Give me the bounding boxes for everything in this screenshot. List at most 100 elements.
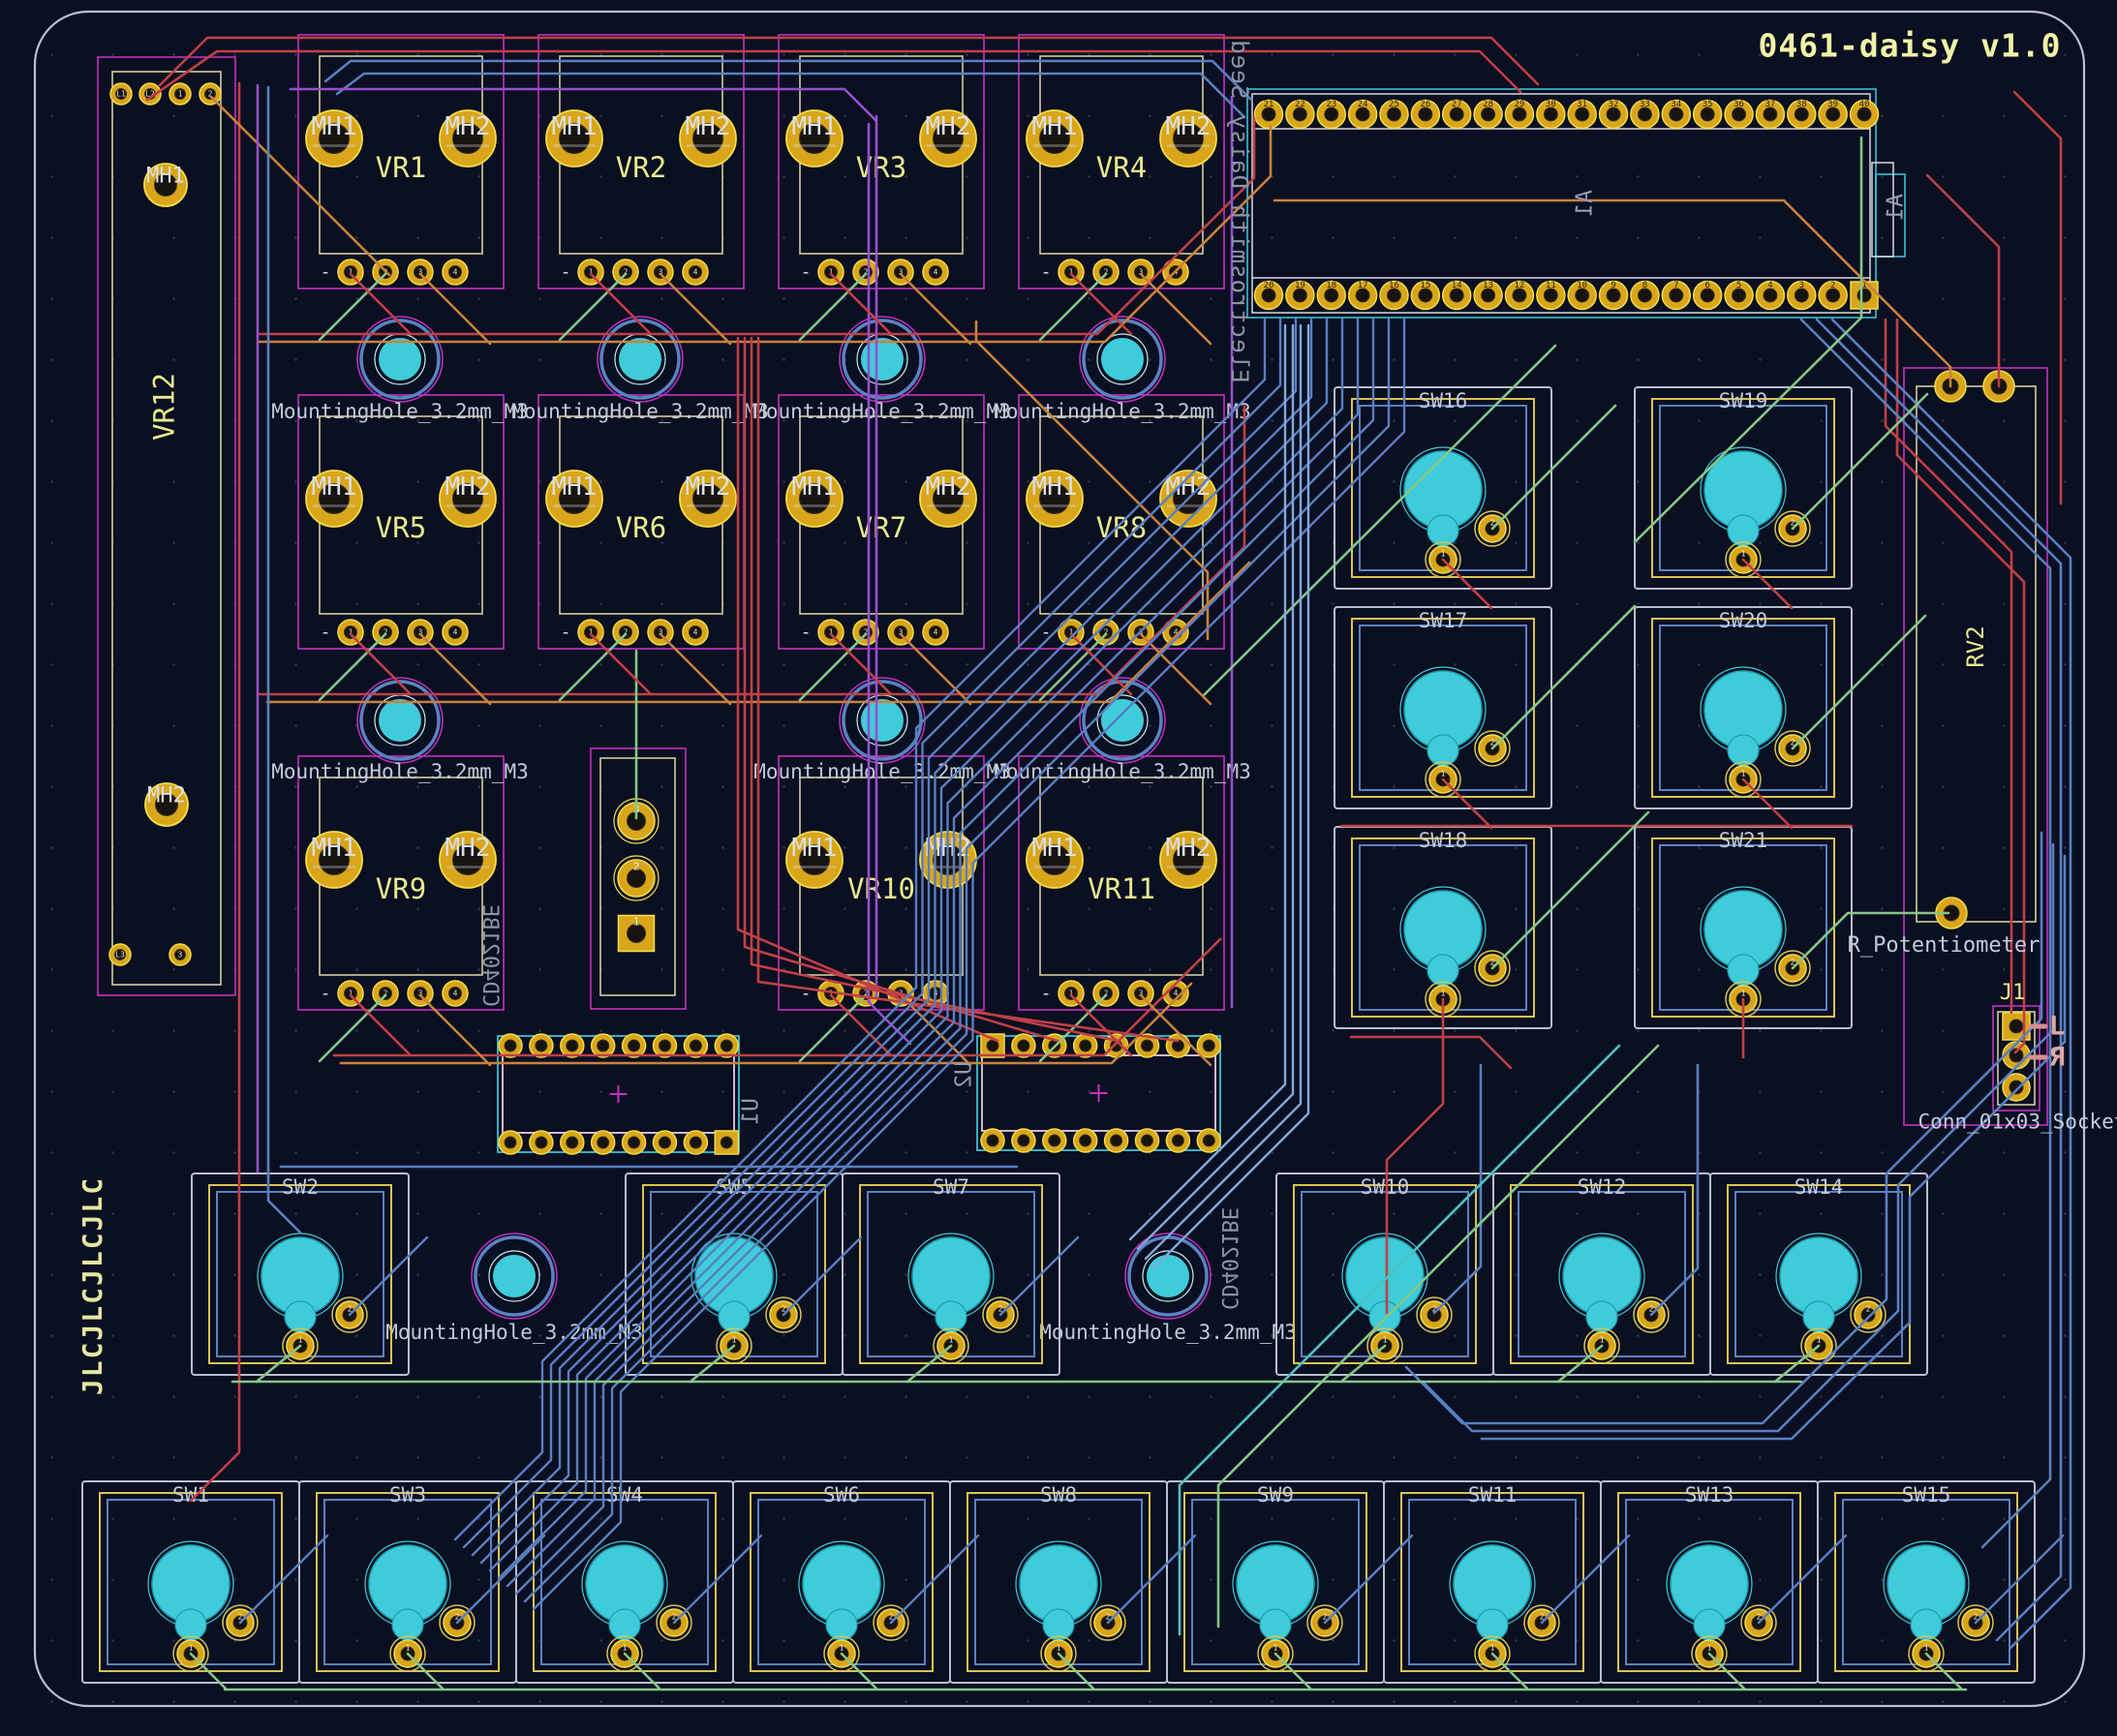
vr-footprint-VR5[interactable]: MH1MH2VR5-1234 [298, 395, 504, 649]
mounting-hole-label: MountingHole_3.2mm_M3 [511, 400, 769, 423]
mounting-hole[interactable]: MountingHole_3.2mm_M3 [271, 317, 529, 423]
pad-number: 1 [1490, 1644, 1495, 1653]
vr-footprint-VR9[interactable]: MH1MH2VR9-1234 [298, 756, 504, 1010]
switch-designator: SW3 [389, 1483, 426, 1507]
vr-footprint-VR11[interactable]: MH1MH2VR11-1234 [1019, 756, 1224, 1010]
pad-drill-hole [1701, 289, 1714, 302]
switch-designator: SW15 [1902, 1483, 1951, 1507]
pad-drill-hole [2010, 1020, 2023, 1033]
pad-number: 1 [178, 90, 183, 99]
pad-drill-hole [2010, 1081, 2023, 1094]
mh-pad-label: MH2 [686, 472, 731, 502]
switch-pin-hole [1694, 1609, 1725, 1640]
cd4021be-value-u2: CD4021BE [1217, 1207, 1239, 1310]
pad-drill-hole [1857, 107, 1871, 121]
mounting-hole-label: MountingHole_3.2mm_M3 [271, 760, 529, 783]
pad-drill-hole [1142, 1135, 1153, 1146]
pin-number: 37 [1764, 100, 1775, 109]
pad-drill-hole [1142, 1040, 1153, 1051]
pad-drill-hole [1203, 1040, 1214, 1051]
pin-number: 33 [1640, 100, 1650, 109]
switch-pin-hole [1728, 735, 1759, 766]
trim-connector-3pin[interactable]: 321 [591, 748, 686, 1009]
pin-number: 32 [1609, 100, 1619, 109]
vr-designator: VR10 [847, 872, 915, 905]
pad-number: 4 [453, 268, 458, 277]
mh-fine-print [313, 504, 355, 507]
switch-pin-hole [1043, 1609, 1074, 1640]
pad-drill-hole [1764, 289, 1777, 302]
pin-number: 27 [1452, 100, 1462, 109]
pad-number: 1 [1383, 1336, 1388, 1345]
pin-number: 28 [1483, 100, 1493, 109]
mh-pad-label: MH2 [445, 834, 491, 863]
pin-number: 30 [1546, 100, 1556, 109]
switch-pin-hole [1586, 1301, 1617, 1332]
j1-designator: J1 [2000, 983, 2026, 1004]
copper-trace [674, 1536, 761, 1623]
switch-pin-hole [285, 1301, 316, 1332]
pad-drill-hole [629, 1137, 640, 1148]
vr-footprint-VR12[interactable]: L1L212MH1MH2L33 [98, 57, 235, 995]
vr-footprint-VR7[interactable]: MH1MH2VR7-1234 [779, 395, 984, 649]
pad-drill-hole [1325, 107, 1338, 121]
pad-drill-hole [1638, 107, 1651, 121]
mh-pad-label: MH2 [686, 112, 731, 141]
j1-pin-label-left: L [2049, 1014, 2065, 1040]
polarity-dash: - [801, 623, 812, 643]
pin-number: 20 [1264, 281, 1274, 290]
copper-trace [1743, 560, 1792, 608]
mh-pad-label: MH1 [552, 472, 598, 502]
pad-drill-hole [1387, 289, 1400, 302]
pad-number: 1 [623, 1644, 628, 1653]
mh-pad-label: MH1 [312, 472, 357, 502]
pad-drill-hole [1356, 289, 1369, 302]
pad-drill-hole [660, 1040, 671, 1051]
pad-drill-hole [567, 1137, 578, 1148]
mounting-hole[interactable]: MountingHole_3.2mm_M3 [511, 317, 769, 423]
copper-trace [211, 97, 389, 275]
switch-designator: SW21 [1719, 829, 1768, 852]
mh-pad-label: MH2 [1166, 834, 1212, 863]
switch-designator: SW2 [282, 1175, 319, 1199]
hole-drill [861, 699, 904, 742]
vr-designator: VR3 [856, 151, 906, 184]
vr-footprint-VR6[interactable]: MH1MH2VR6-1234 [538, 395, 744, 649]
pin-number: 4 [1767, 281, 1772, 290]
mounting-hole[interactable]: MountingHole_3.2mm_M3 [385, 1233, 643, 1344]
dip-socket-U1[interactable] [498, 1034, 739, 1154]
polarity-dash: - [561, 623, 571, 643]
mounting-hole[interactable]: MountingHole_3.2mm_M3 [1039, 1233, 1297, 1344]
pin-number: 14 [1452, 281, 1462, 290]
pin-number: 29 [1515, 100, 1525, 109]
mh-fine-print [1167, 144, 1210, 147]
pad-drill-hole [1544, 107, 1557, 121]
switch-pin-hole [936, 1301, 966, 1332]
mounting-hole[interactable]: MountingHole_3.2mm_M3 [994, 317, 1251, 423]
pin-number: 7 [1673, 281, 1678, 290]
vr-designator: VR1 [376, 151, 426, 184]
anchor-cross [1090, 1084, 1108, 1102]
pad-number: 2 [633, 861, 640, 873]
copper-trace [891, 1536, 978, 1623]
pad-drill-hole [1325, 289, 1338, 302]
pcb-drawing-layer: MH1MH2VR1-1234MH1MH2VR2-1234MH1MH2VR3-12… [0, 0, 2117, 1736]
mh-pad-label: MH2 [445, 112, 491, 141]
pad-drill-hole [1080, 1135, 1091, 1146]
pad-drill-hole [1576, 289, 1589, 302]
pin-number: 10 [1577, 281, 1587, 290]
copper-trace [191, 83, 239, 1501]
switch-designator: SW19 [1719, 389, 1768, 412]
mounting-hole[interactable]: MountingHole_3.2mm_M3 [753, 317, 1011, 423]
switch-designator: SW10 [1361, 1175, 1410, 1199]
polarity-dash: - [321, 623, 331, 643]
mh-pad-label: MH2 [1166, 112, 1212, 141]
switch-pin-hole [1369, 1301, 1400, 1332]
vr-designator: VR9 [376, 872, 426, 905]
dip-socket-U2[interactable] [977, 1034, 1220, 1152]
header-designator-a1-left: A1 [1575, 190, 1597, 217]
jlc-order-number-text: JLCJLCJLCJLC [79, 1176, 107, 1395]
pad-drill-hole [1826, 107, 1840, 121]
pin-number: 16 [1389, 281, 1399, 290]
switch-designator: SW13 [1685, 1483, 1734, 1507]
